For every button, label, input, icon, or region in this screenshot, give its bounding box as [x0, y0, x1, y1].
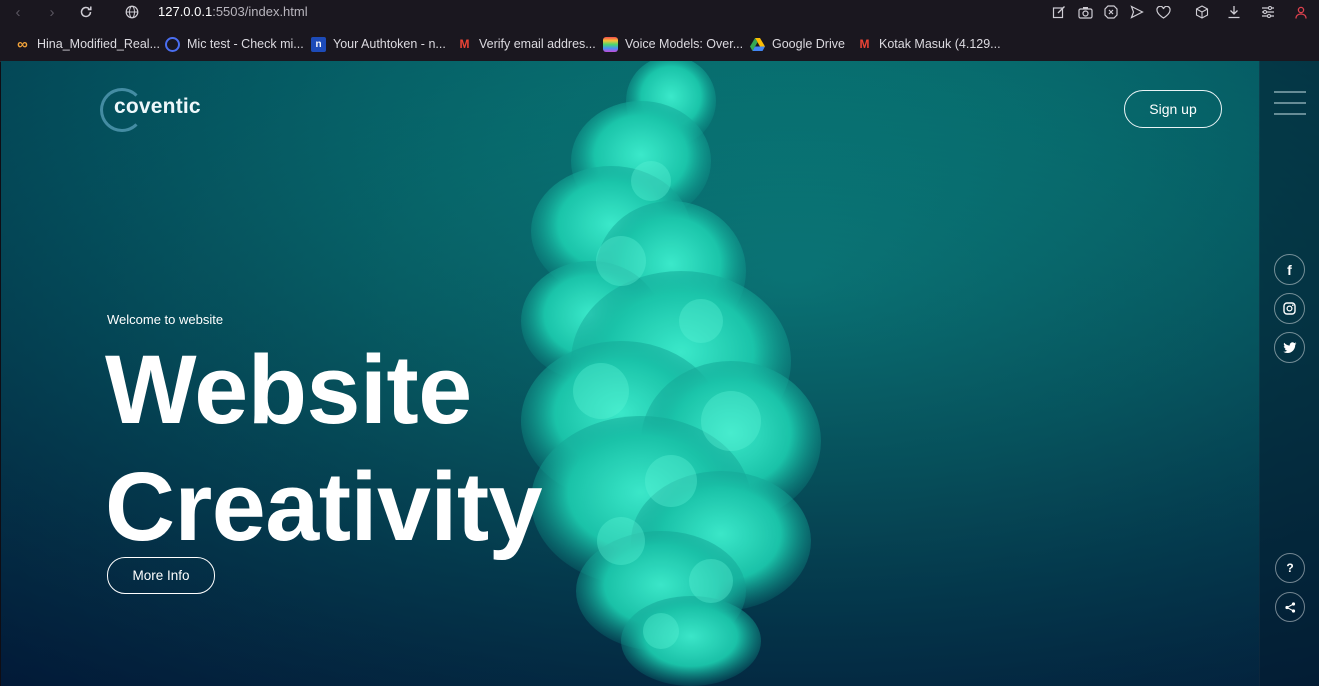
back-icon[interactable]: ‹: [8, 2, 28, 22]
edit-icon[interactable]: [1050, 3, 1068, 21]
more-info-button[interactable]: More Info: [107, 557, 215, 594]
bookmark-item[interactable]: M Verify email addres...: [457, 35, 596, 53]
cube-icon[interactable]: [1193, 3, 1211, 21]
signup-button[interactable]: Sign up: [1124, 90, 1222, 128]
bookmark-item[interactable]: Google Drive: [750, 35, 845, 53]
welcome-text: Welcome to website: [107, 312, 224, 327]
facebook-glyph: f: [1287, 261, 1292, 278]
url-path: :5503/index.html: [212, 4, 308, 19]
bookmark-label: Verify email addres...: [479, 37, 596, 51]
bookmark-item[interactable]: M Kotak Masuk (4.129...: [857, 35, 1001, 53]
settings-sliders-icon[interactable]: [1259, 3, 1277, 21]
hero-section: coventic Sign up Welcome to website Webs…: [1, 61, 1319, 686]
adblock-icon[interactable]: [1102, 3, 1120, 21]
bookmark-label: Mic test - Check mi...: [187, 37, 304, 51]
drive-icon: [750, 37, 765, 52]
infinity-icon: ∞: [17, 35, 28, 53]
bookmark-item[interactable]: n Your Authtoken - n...: [311, 35, 446, 53]
site-info-icon[interactable]: [122, 2, 142, 22]
reload-icon[interactable]: [76, 2, 96, 22]
mic-icon: [165, 36, 180, 52]
site-logo[interactable]: coventic: [100, 87, 201, 132]
bookmark-label: Hina_Modified_Real...: [37, 37, 160, 51]
headline-line-2: Creativity: [105, 452, 543, 561]
hamburger-menu-icon[interactable]: [1274, 89, 1306, 117]
share-icon[interactable]: [1275, 592, 1305, 622]
twitter-icon[interactable]: [1274, 332, 1305, 363]
bookmark-label: Your Authtoken - n...: [333, 37, 446, 51]
bookmark-item[interactable]: ∞ Hina_Modified_Real...: [15, 35, 160, 53]
download-icon[interactable]: [1225, 3, 1243, 21]
help-glyph: ?: [1286, 561, 1294, 575]
headline-line-1: Website: [105, 335, 472, 444]
bookmark-label: Kotak Masuk (4.129...: [879, 37, 1001, 51]
camera-icon[interactable]: [1076, 3, 1094, 21]
hero-headline: Website Creativity: [105, 331, 543, 565]
heart-icon[interactable]: [1154, 3, 1172, 21]
instagram-icon[interactable]: [1274, 293, 1305, 324]
bookmarks-bar: ∞ Hina_Modified_Real... Mic test - Check…: [0, 25, 1319, 62]
profile-icon[interactable]: [1292, 3, 1310, 21]
bookmark-item[interactable]: Voice Models: Over...: [603, 35, 743, 53]
help-button[interactable]: ?: [1275, 553, 1305, 583]
logo-text: coventic: [114, 95, 201, 118]
voice-icon: [603, 36, 618, 52]
gmail-icon: M: [459, 37, 470, 51]
forward-icon[interactable]: ›: [42, 2, 62, 22]
bookmark-label: Voice Models: Over...: [625, 37, 744, 51]
send-icon[interactable]: [1128, 3, 1146, 21]
facebook-icon[interactable]: f: [1274, 254, 1305, 285]
browser-toolbar: ‹ › 127.0.0.1:5503/index.html: [0, 0, 1319, 25]
bookmark-label: Google Drive: [772, 37, 845, 51]
url-host: 127.0.0.1: [158, 4, 213, 19]
bookmark-item[interactable]: Mic test - Check mi...: [165, 35, 304, 53]
gmail-icon: M: [859, 37, 870, 51]
ngrok-icon: n: [311, 36, 326, 52]
address-bar[interactable]: 127.0.0.1:5503/index.html: [158, 4, 308, 19]
